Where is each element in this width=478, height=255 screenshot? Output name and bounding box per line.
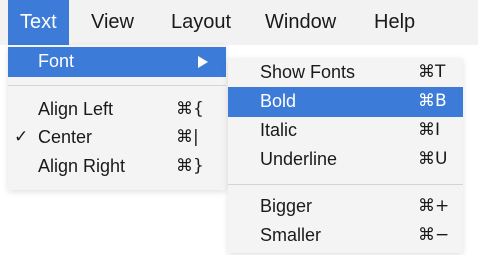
menu-item-underline-shortcut: ⌘U [418,149,448,169]
submenu-arrow-icon [198,56,208,68]
menu-item-smaller[interactable]: Smaller ⌘− [228,221,463,251]
menu-item-align-right-label: Align Right [38,156,126,176]
menu-item-italic-label: Italic [260,120,298,140]
menubar-item-window[interactable]: Window [255,0,346,45]
menu-item-align-left-shortcut: ⌘{ [176,99,204,119]
menu-item-center-label: Center [38,127,93,147]
menu-item-italic-shortcut: ⌘I [418,120,441,140]
menubar-item-help[interactable]: Help [364,0,425,45]
menu-item-italic[interactable]: Italic ⌘I [228,116,463,146]
menu-item-bigger-label: Bigger [260,196,313,216]
menu-item-underline[interactable]: Underline ⌘U [228,145,463,175]
menu-item-smaller-label: Smaller [260,225,322,245]
menu-item-bold[interactable]: Bold ⌘B [228,87,463,117]
menu-separator [8,85,226,86]
menu-separator [228,184,463,185]
menu-item-align-right-shortcut: ⌘} [176,156,204,176]
menu-item-show-fonts-shortcut: ⌘T [418,62,446,82]
menu-item-align-left-label: Align Left [38,99,114,119]
menubar-item-text[interactable]: Text [8,0,69,45]
screen: Text View Layout Window Help Font Align … [0,0,478,255]
menu-item-bigger[interactable]: Bigger ⌘+ [228,192,463,222]
menu-item-align-right[interactable]: Align Right ⌘} [8,152,226,182]
menu-item-show-fonts[interactable]: Show Fonts ⌘T [228,58,463,88]
menu-item-underline-label: Underline [260,149,338,169]
menu-item-bold-shortcut: ⌘B [418,91,447,111]
menu-item-center[interactable]: ✓ Center ⌘| [8,123,226,153]
menu-item-center-shortcut: ⌘| [176,127,199,147]
checkmark-icon: ✓ [14,127,29,147]
menu-item-smaller-shortcut: ⌘− [418,225,450,245]
menu-item-font[interactable]: Font [8,47,226,77]
font-submenu: Show Fonts ⌘T Bold ⌘B Italic ⌘I Underlin… [228,58,463,253]
menu-item-bigger-shortcut: ⌘+ [418,196,450,216]
menubar: Text View Layout Window Help [0,0,478,45]
menu-item-show-fonts-label: Show Fonts [260,62,356,82]
menu-item-font-label: Font [38,51,75,71]
menu-item-align-left[interactable]: Align Left ⌘{ [8,95,226,125]
menu-item-bold-label: Bold [260,91,297,111]
text-menu: Font Align Left ⌘{ ✓ Center ⌘| Align Rig… [8,45,226,190]
menubar-item-view[interactable]: View [81,0,144,45]
menubar-item-layout[interactable]: Layout [161,0,241,45]
